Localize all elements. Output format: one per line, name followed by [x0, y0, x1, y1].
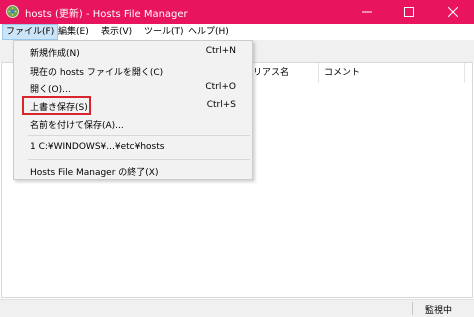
- window-title: hosts (更新) - Hosts File Manager: [25, 9, 188, 20]
- menu-item-save-as[interactable]: 名前を付けて保存(A)...: [14, 115, 252, 133]
- maximize-button[interactable]: [388, 0, 430, 24]
- menu-edit[interactable]: 編集(E): [55, 25, 92, 39]
- menu-separator: [28, 135, 250, 136]
- menu-item-label: 新規作成(N): [30, 49, 80, 59]
- menu-item-open-current-hosts[interactable]: 現在の hosts ファイルを開く(C): [14, 62, 252, 80]
- menu-item-label: 開く(O)...: [30, 85, 71, 95]
- menu-help[interactable]: ヘルプ(H): [185, 25, 232, 39]
- menu-item-open[interactable]: 開く(O)... Ctrl+O: [14, 79, 252, 97]
- menu-view[interactable]: 表示(V): [98, 25, 135, 39]
- menu-tools[interactable]: ツール(T): [141, 25, 187, 39]
- minimize-icon: [362, 11, 372, 13]
- menu-separator: [28, 159, 250, 160]
- menu-item-recent-file[interactable]: 1 C:¥WINDOWS¥...¥etc¥hosts: [14, 139, 252, 157]
- menu-item-shortcut: Ctrl+S: [206, 100, 236, 110]
- main-window: hosts (更新) - Hosts File Manager ファイル(F) …: [0, 0, 474, 317]
- app-icon: [6, 5, 19, 18]
- status-bar: 監視中: [0, 299, 474, 317]
- column-header-comment[interactable]: コメント: [319, 63, 465, 83]
- menu-bar: ファイル(F) 編集(E) 表示(V) ツール(T) ヘルプ(H): [0, 24, 474, 41]
- save-highlight-box: [22, 96, 91, 115]
- menu-item-label: Hosts File Manager の終了(X): [30, 168, 159, 178]
- menu-item-label: 現在の hosts ファイルを開く(C): [30, 68, 164, 78]
- menu-item-shortcut: Ctrl+N: [205, 46, 236, 56]
- minimize-button[interactable]: [346, 0, 388, 24]
- status-separator: [412, 302, 413, 315]
- menu-item-new[interactable]: 新規作成(N) Ctrl+N: [14, 43, 252, 61]
- menu-file[interactable]: ファイル(F): [2, 24, 59, 40]
- close-icon: [448, 7, 458, 17]
- menu-item-shortcut: Ctrl+O: [205, 82, 236, 92]
- menu-item-exit[interactable]: Hosts File Manager の終了(X): [14, 162, 252, 180]
- status-text: 監視中: [425, 306, 453, 316]
- menu-item-label: 名前を付けて保存(A)...: [30, 121, 124, 131]
- close-button[interactable]: [432, 0, 474, 24]
- title-bar[interactable]: hosts (更新) - Hosts File Manager: [0, 0, 474, 24]
- maximize-icon: [404, 7, 414, 17]
- menu-item-label: 1 C:¥WINDOWS¥...¥etc¥hosts: [30, 142, 165, 152]
